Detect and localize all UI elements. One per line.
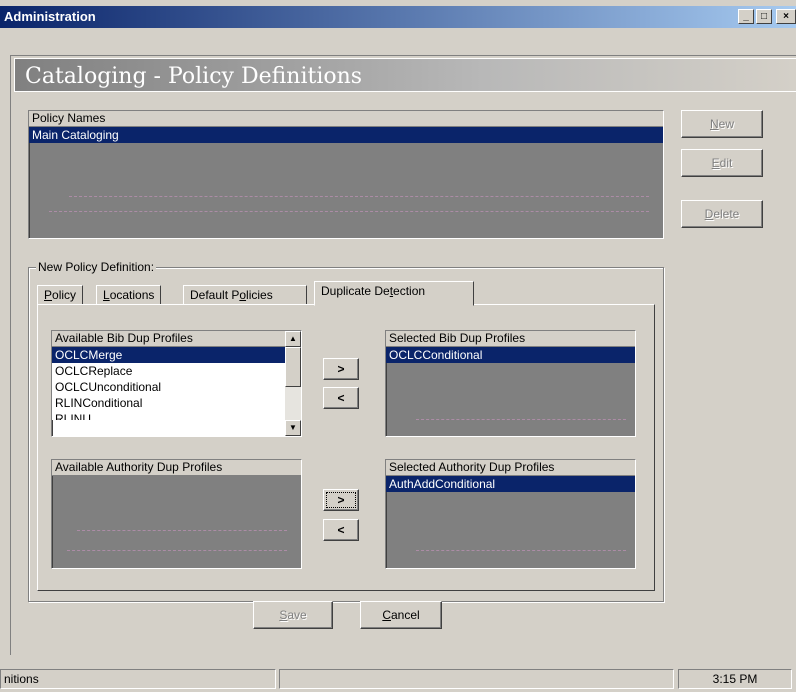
close-button[interactable]: × <box>776 9 796 24</box>
selected-authority-header: Selected Authority Dup Profiles <box>386 460 635 476</box>
edit-button[interactable]: Edit <box>681 149 763 177</box>
status-panel <box>279 669 674 689</box>
minimize-button[interactable]: _ <box>738 9 754 24</box>
list-item[interactable]: OCLCMerge <box>52 347 285 363</box>
policy-names-header: Policy Names <box>29 111 663 127</box>
delete-button[interactable]: Delete <box>681 200 763 228</box>
available-bib-list[interactable]: Available Bib Dup Profiles OCLCMerge OCL… <box>51 330 302 437</box>
page-title: Cataloging - Policy Definitions <box>25 64 363 89</box>
scroll-thumb[interactable] <box>285 347 301 387</box>
selected-bib-header: Selected Bib Dup Profiles <box>386 331 635 347</box>
list-item[interactable]: OCLCReplace <box>52 363 285 379</box>
tab-policy[interactable]: Policy <box>37 285 84 305</box>
tab-duplicate-detection[interactable]: Duplicate Detection <box>314 281 474 306</box>
status-text: nitions <box>0 669 276 689</box>
maximize-button[interactable]: □ <box>756 9 772 24</box>
selected-bib-list[interactable]: Selected Bib Dup Profiles OCLCConditiona… <box>385 330 636 437</box>
list-item[interactable]: AuthAddConditional <box>386 476 635 492</box>
tab-default-policies[interactable]: Default Policies <box>183 285 307 305</box>
save-button[interactable]: Save <box>253 601 333 629</box>
cancel-button[interactable]: Cancel <box>360 601 442 629</box>
status-time: 3:15 PM <box>678 669 792 689</box>
scroll-down-icon[interactable]: ▼ <box>285 420 301 436</box>
page-heading-bar: Cataloging - Policy Definitions <box>14 58 796 92</box>
list-item[interactable]: OCLCUnconditional <box>52 379 285 395</box>
window-titlebar: Administration _ □ × <box>0 6 796 28</box>
policy-names-list[interactable]: Policy Names Main Cataloging <box>28 110 664 239</box>
new-button[interactable]: New <box>681 110 763 138</box>
add-authority-button[interactable]: > <box>323 489 359 511</box>
available-authority-list[interactable]: Available Authority Dup Profiles <box>51 459 302 569</box>
available-bib-scrollbar[interactable]: ▲ ▼ <box>285 331 301 436</box>
window-title: Administration <box>4 9 96 24</box>
scroll-up-icon[interactable]: ▲ <box>285 331 301 347</box>
available-authority-header: Available Authority Dup Profiles <box>52 460 301 476</box>
remove-authority-button[interactable]: < <box>323 519 359 541</box>
group-label: New Policy Definition: <box>36 260 157 274</box>
add-bib-button[interactable]: > <box>323 358 359 380</box>
tab-locations[interactable]: Locations <box>96 285 162 305</box>
list-item[interactable]: Main Cataloging <box>29 127 663 143</box>
available-bib-header: Available Bib Dup Profiles <box>52 331 285 347</box>
status-bar: nitions 3:15 PM <box>0 666 796 692</box>
list-item[interactable]: OCLCConditional <box>386 347 635 363</box>
selected-authority-list[interactable]: Selected Authority Dup Profiles AuthAddC… <box>385 459 636 569</box>
list-item[interactable]: RLINConditional <box>52 395 285 411</box>
remove-bib-button[interactable]: < <box>323 387 359 409</box>
list-item[interactable]: RLINU... <box>52 411 285 420</box>
